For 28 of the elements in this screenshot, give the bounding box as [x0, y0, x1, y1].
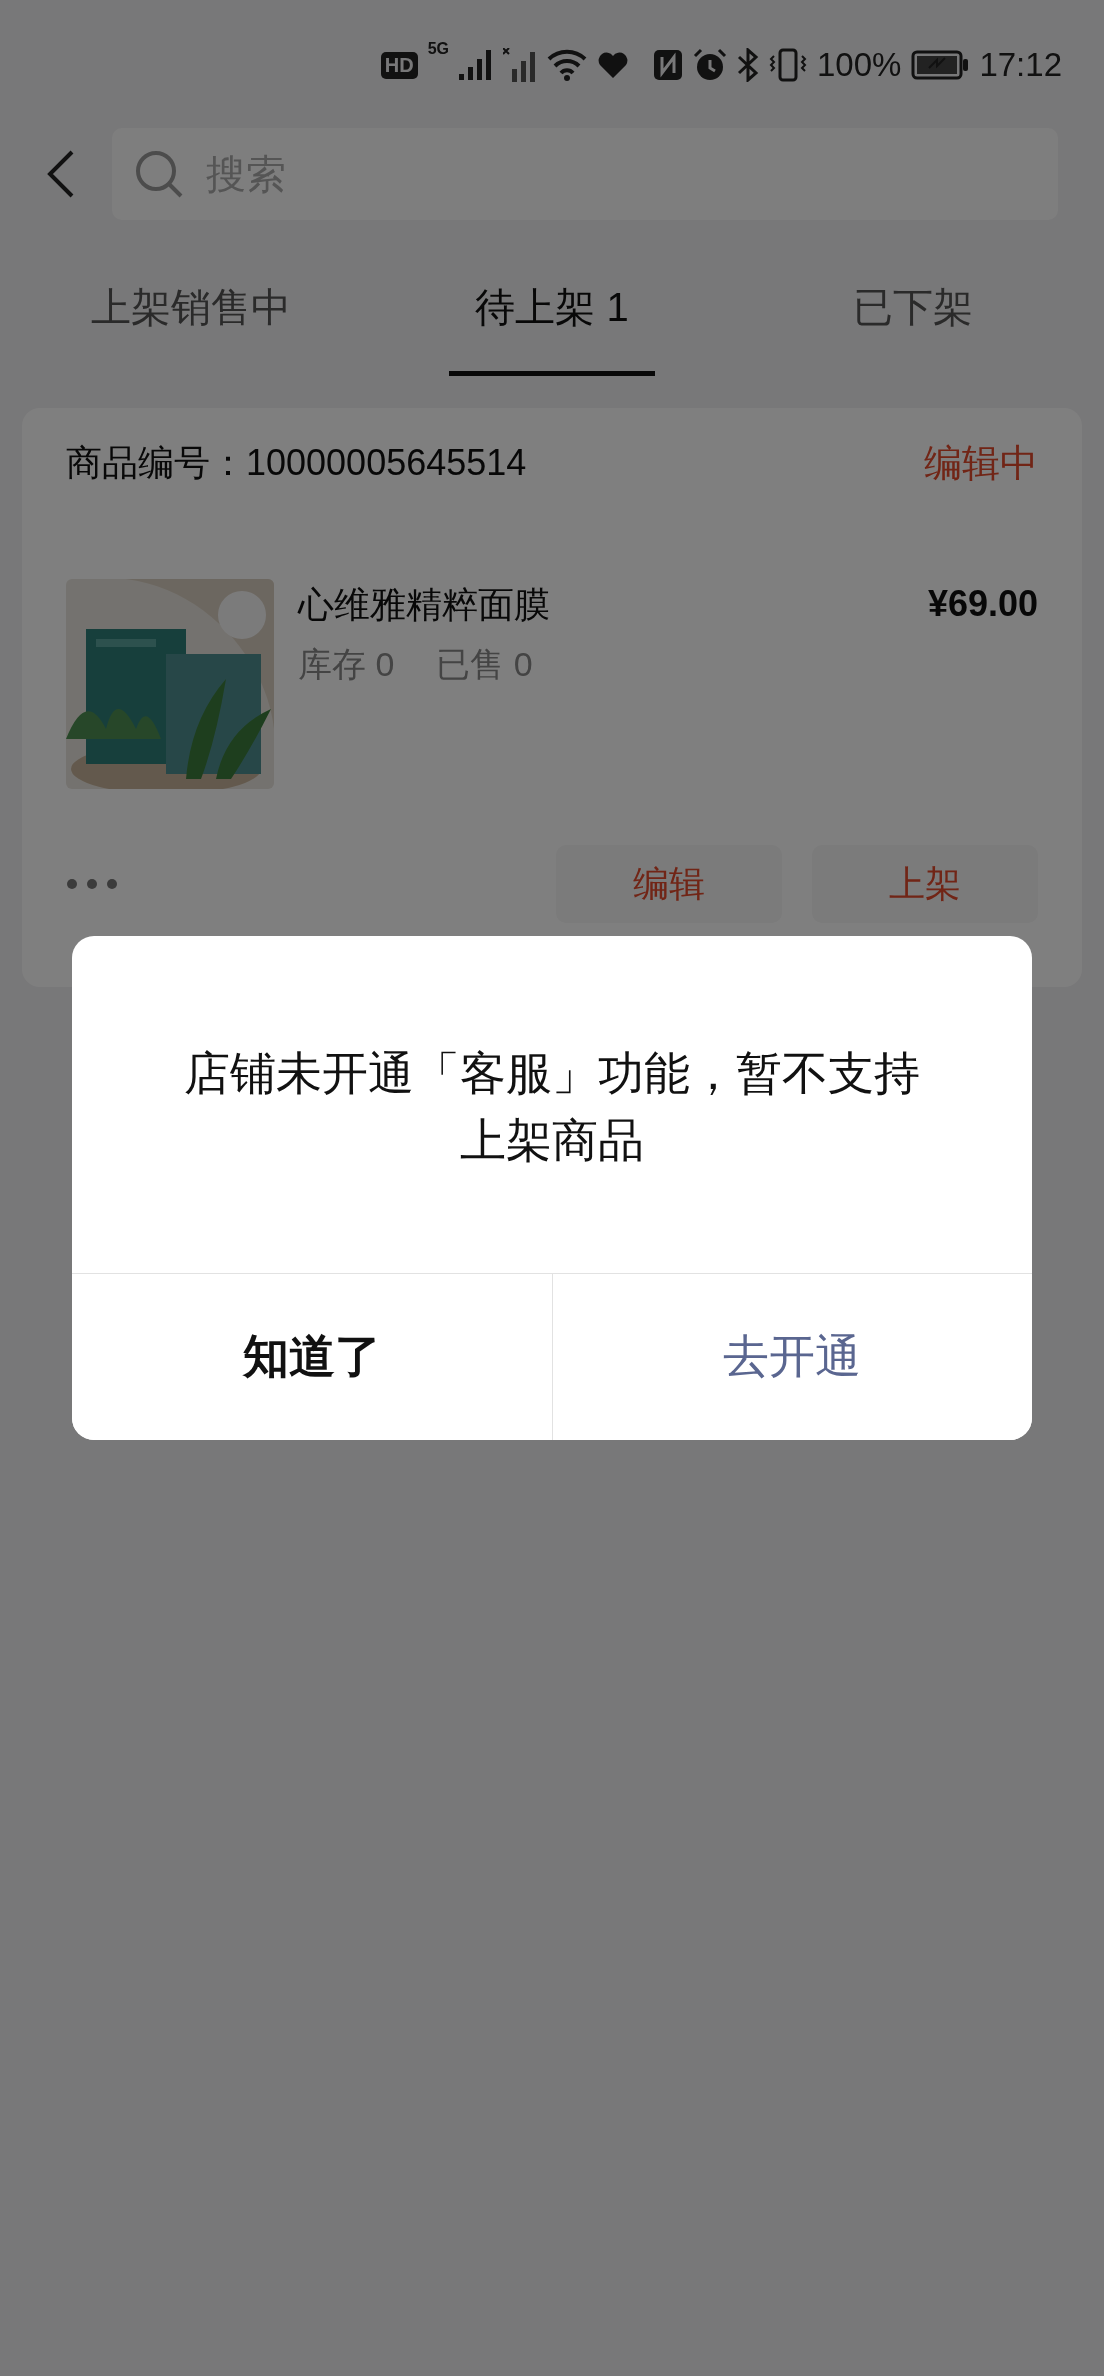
- product-price: ¥69.00: [927, 582, 1038, 626]
- product-number: 商品编号：10000005645514: [66, 441, 527, 485]
- network-label: 5G: [427, 40, 449, 58]
- clock-time: 17:12: [979, 46, 1062, 84]
- signal-icon: [503, 48, 537, 82]
- alarm-icon: [693, 48, 727, 82]
- battery-icon: [911, 50, 970, 80]
- list-button[interactable]: 上架: [812, 845, 1038, 923]
- status-label: 编辑中: [924, 441, 1038, 486]
- signal-icon: [459, 50, 493, 80]
- nfc-icon: [653, 49, 683, 81]
- open-service-button[interactable]: 去开通: [551, 1274, 1032, 1441]
- dialog-message: 店铺未开通「客服」功能，暂不支持上架商品: [183, 1046, 921, 1168]
- bluetooth-icon: [737, 48, 759, 82]
- vibrate-icon: [769, 48, 807, 82]
- edit-button[interactable]: 编辑: [556, 845, 782, 923]
- hd-badge: HD: [380, 51, 418, 79]
- tab[interactable]: 待上架 1: [449, 258, 655, 376]
- stock-count: 库存 0: [298, 644, 395, 685]
- tab[interactable]: 已下架: [827, 258, 1000, 376]
- heart-icon: [597, 50, 629, 80]
- product-name: 心维雅精粹面膜: [298, 583, 551, 627]
- wifi-icon: [547, 49, 587, 81]
- more-icon[interactable]: [66, 878, 118, 890]
- battery-percent: 100%: [817, 46, 902, 84]
- sold-count: 已售 0: [436, 644, 533, 685]
- tab[interactable]: 上架销售中: [64, 258, 317, 376]
- search-icon: [134, 149, 184, 199]
